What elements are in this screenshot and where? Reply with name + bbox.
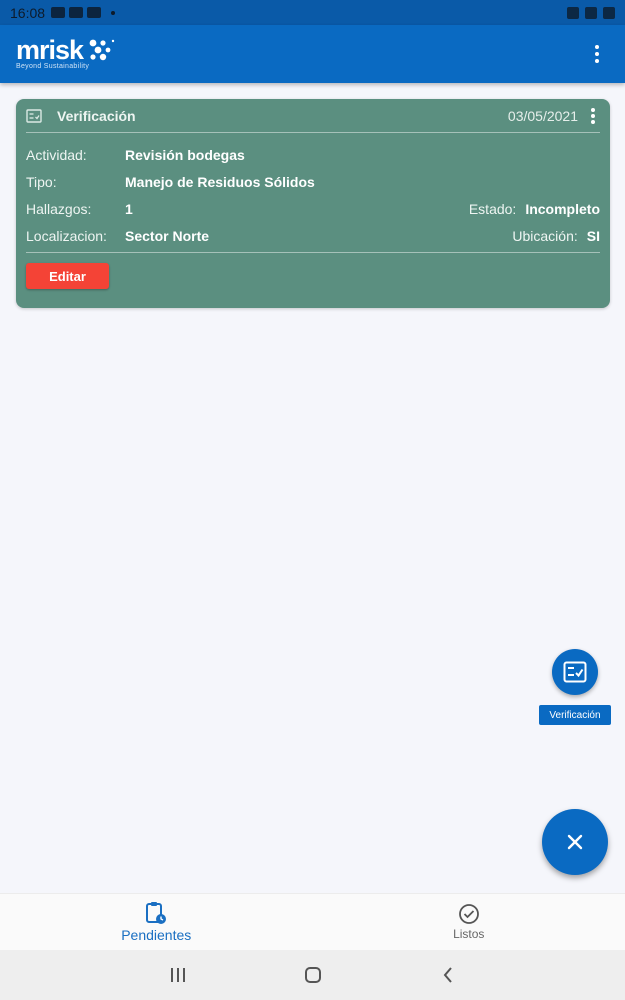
system-status-icons: [567, 6, 615, 19]
logo-dots-icon: [89, 39, 115, 61]
field-value: 1: [125, 200, 133, 217]
dot-icon: [111, 10, 116, 15]
field-row-actividad: Actividad: Revisión bodegas: [26, 141, 600, 168]
back-button[interactable]: [428, 960, 468, 990]
image-icon: [51, 7, 66, 18]
field-label: Localizacion:: [26, 227, 107, 244]
bottom-navigation: Pendientes Listos: [0, 893, 625, 950]
system-navigation-bar: [0, 950, 625, 1000]
lock-icon: [603, 6, 615, 19]
card-body: Actividad: Revisión bodegas Tipo: Manejo…: [26, 133, 600, 253]
nav-label: Listos: [453, 927, 485, 941]
close-fab-button[interactable]: [542, 809, 608, 875]
nav-label: Pendientes: [121, 927, 192, 943]
dropbox-icon: [69, 7, 84, 18]
edit-button[interactable]: Editar: [26, 263, 109, 289]
back-icon: [443, 967, 452, 983]
check-circle-icon: [458, 904, 479, 924]
field-label: Hallazgos:: [26, 200, 92, 217]
speed-dial-label[interactable]: Verificación: [539, 705, 611, 725]
field-row-tipo: Tipo: Manejo de Residuos Sólidos: [26, 168, 600, 195]
verification-card[interactable]: Verificación 03/05/2021 Actividad: Revis…: [16, 99, 610, 308]
clipboard-clock-icon: [146, 902, 167, 924]
home-icon: [304, 967, 321, 983]
overflow-menu-button[interactable]: [585, 39, 609, 69]
add-verification-button[interactable]: [552, 649, 598, 695]
app-logo: mrisk Beyond Sustainability: [16, 35, 117, 70]
nav-tab-listos[interactable]: Listos: [313, 894, 625, 950]
card-header: Verificación 03/05/2021: [26, 99, 600, 133]
more-vert-icon: [595, 45, 599, 49]
recent-apps-button[interactable]: [158, 960, 198, 990]
field-value: SI: [586, 227, 600, 244]
card-more-button[interactable]: [586, 106, 600, 126]
wifi-icon: [585, 6, 597, 19]
field-value: Sector Norte: [125, 227, 210, 244]
field-label: Ubicación:: [512, 227, 578, 244]
more-vert-icon: [591, 107, 595, 112]
field-label: Estado:: [468, 200, 517, 217]
field-estado: Estado: Incompleto: [469, 201, 600, 217]
logo-tagline: Beyond Sustainability: [16, 63, 90, 70]
gallery-icon: [87, 7, 102, 18]
field-label: Tipo:: [26, 173, 57, 190]
status-bar: 16:08: [0, 0, 625, 25]
home-button[interactable]: [293, 960, 333, 990]
field-label: Actividad:: [26, 146, 87, 163]
field-ubicacion: Ubicación: SI: [512, 228, 600, 244]
checklist-icon: [563, 661, 587, 683]
field-row-localizacion: Localizacion: Sector Norte Ubicación: SI: [26, 222, 600, 249]
checklist-icon: [26, 108, 42, 123]
card-title: Verificación: [57, 107, 136, 124]
status-value: Incompleto: [525, 200, 600, 217]
field-row-hallazgos: Hallazgos: 1 Estado: Incompleto: [26, 195, 600, 222]
field-value: Manejo de Residuos Sólidos: [125, 173, 315, 190]
status-time: 16:08: [10, 4, 46, 21]
nav-tab-pendientes[interactable]: Pendientes: [0, 894, 313, 950]
mute-icon: [567, 6, 579, 19]
card-date: 03/05/2021: [507, 107, 578, 124]
app-bar: mrisk Beyond Sustainability: [0, 25, 625, 83]
recent-apps-icon: [170, 968, 185, 982]
notification-icons: [51, 7, 116, 18]
close-icon: [567, 834, 583, 850]
logo-text: mrisk: [16, 35, 84, 65]
field-value: Revisión bodegas: [125, 146, 245, 163]
